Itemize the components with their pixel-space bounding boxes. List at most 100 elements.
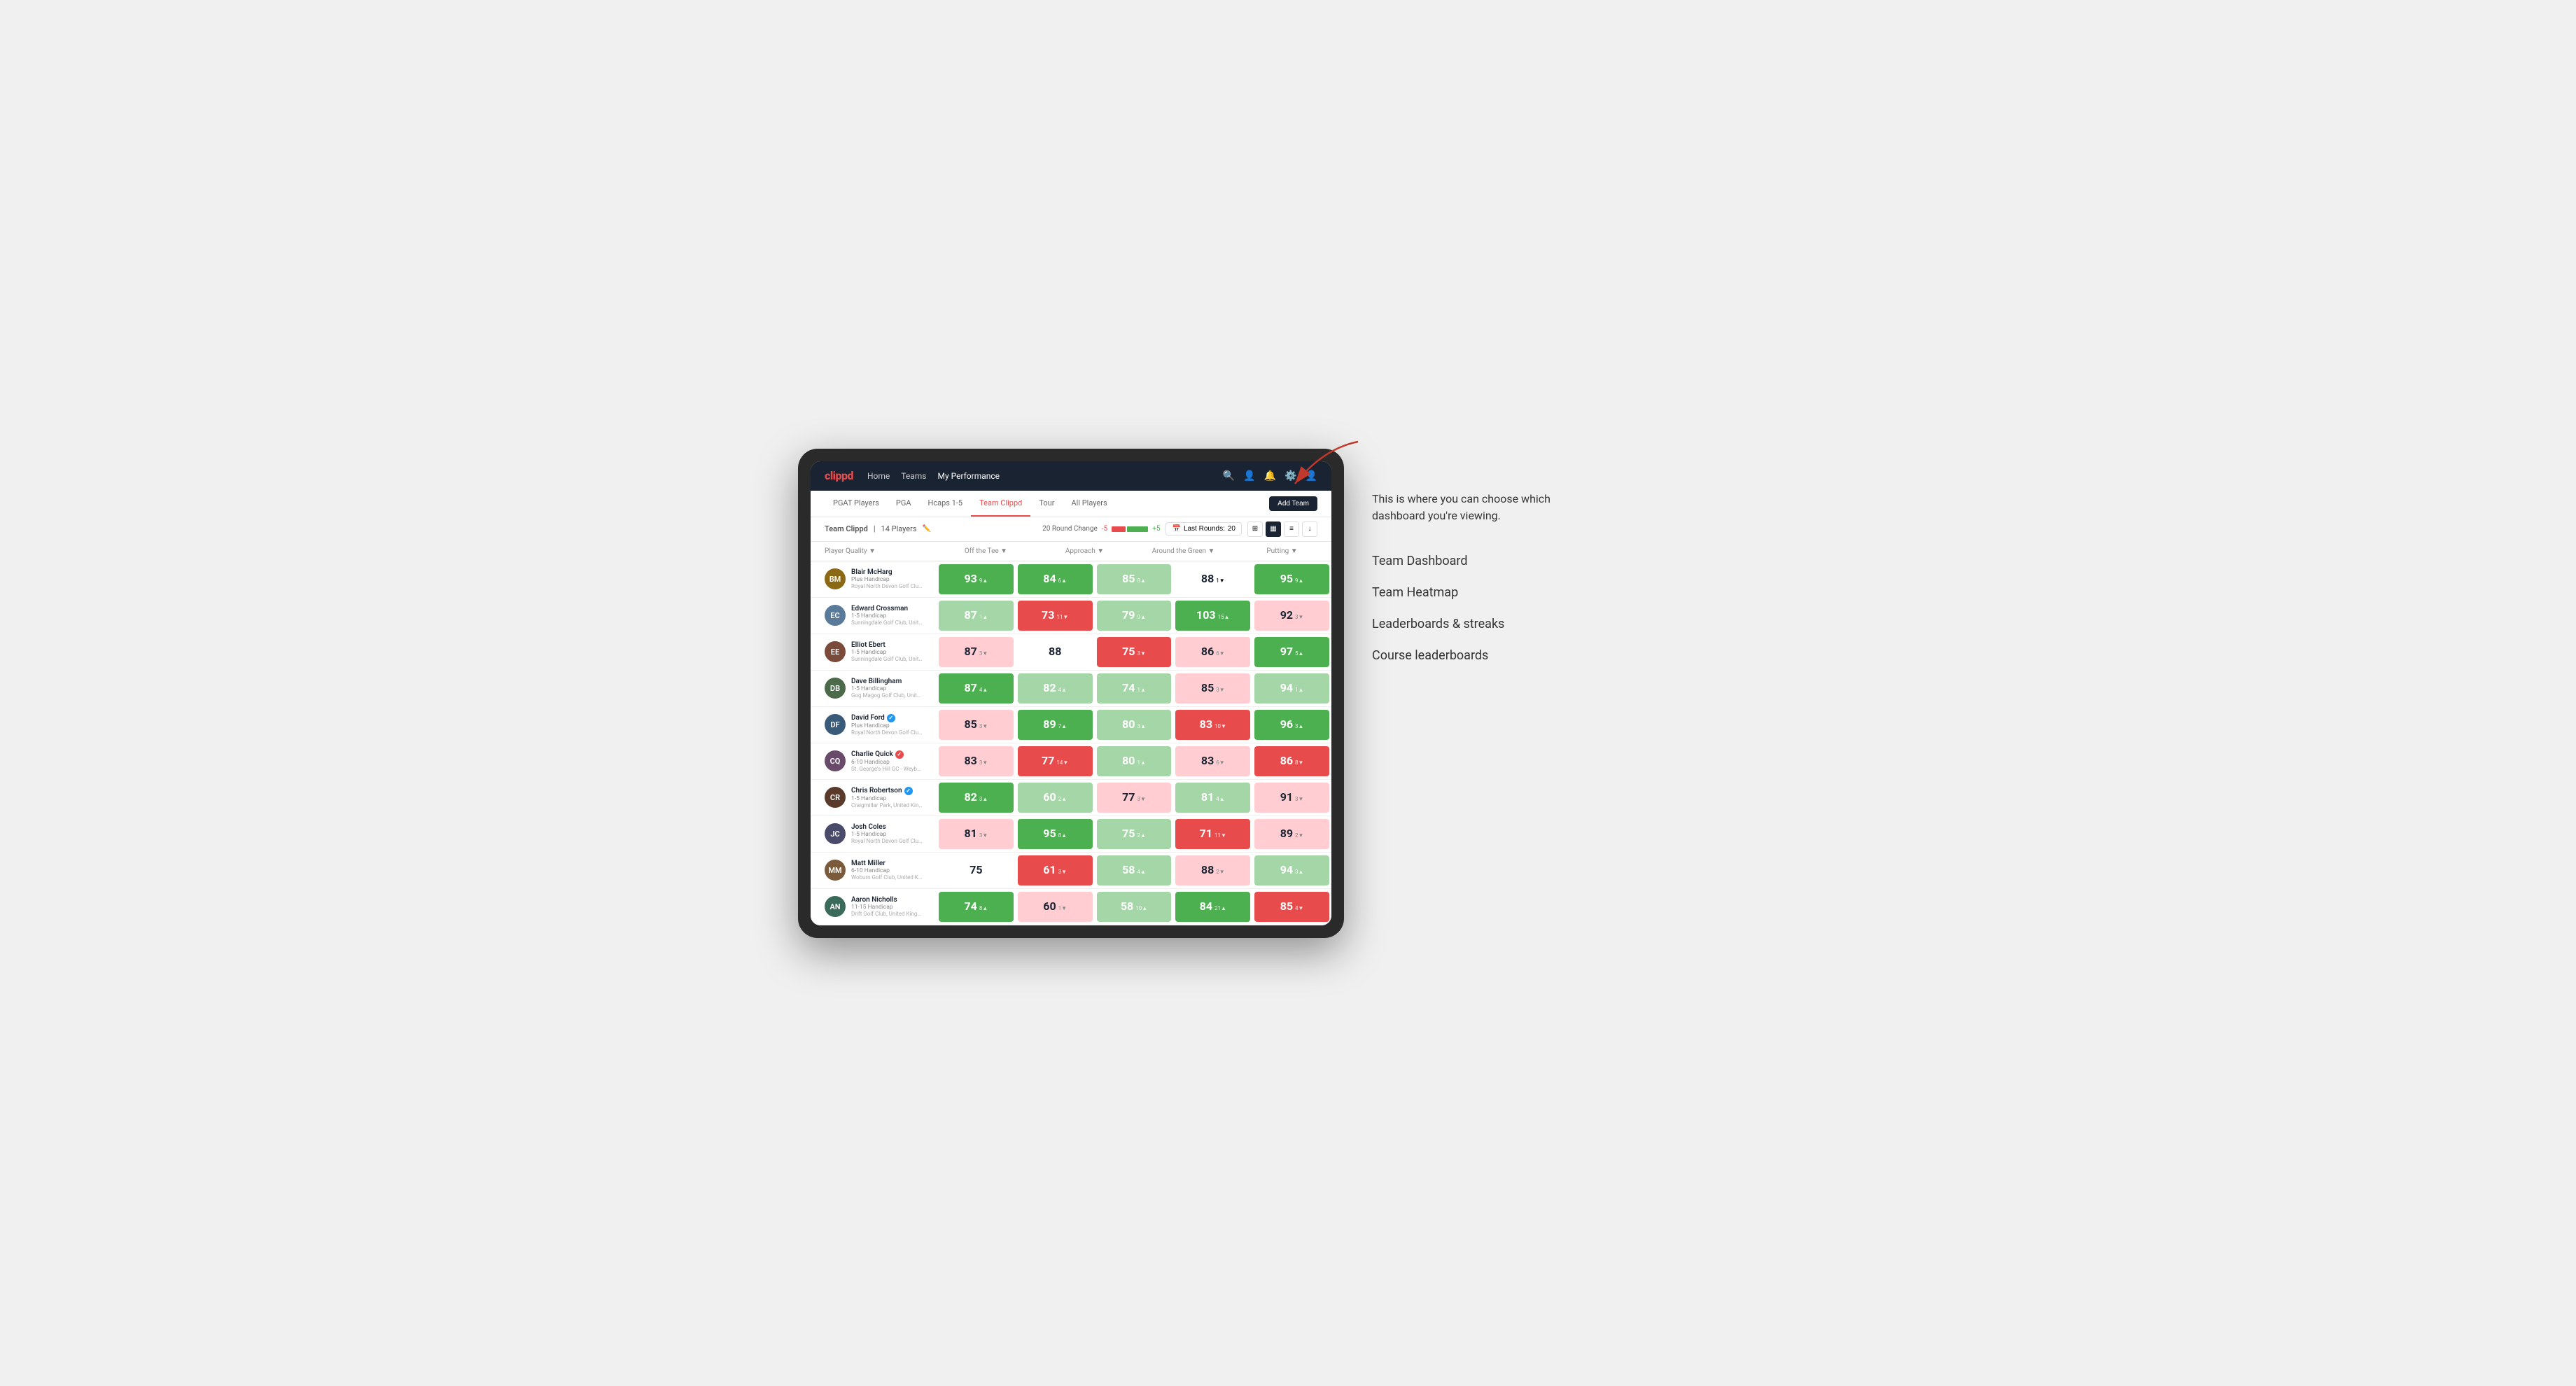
stat-cell-player_quality: 81 3▼ [939,819,1014,849]
heatmap-view-button[interactable]: ▦ [1266,522,1281,537]
nav-link-home[interactable]: Home [867,468,890,484]
table-row[interactable]: EC Edward Crossman 1-5 Handicap Sunningd… [811,598,1331,634]
player-handicap: 11-15 Handicap [851,904,923,911]
stat-cell-player_quality: 93 9▲ [939,564,1014,594]
stat-inner: 71 11▼ [1200,828,1226,839]
player-info: Edward Crossman 1-5 Handicap Sunningdale… [851,605,923,626]
add-team-button[interactable]: Add Team [1269,496,1317,511]
stat-change: 3▼ [1137,796,1145,802]
player-cell: EC Edward Crossman 1-5 Handicap Sunningd… [811,598,937,634]
team-title: Team Clippd [825,524,868,533]
table-row[interactable]: DB Dave Billingham 1-5 Handicap Gog Mago… [811,671,1331,707]
bell-icon[interactable]: 🔔 [1264,470,1276,482]
stat-cell-around_green: 85 3▼ [1175,673,1250,704]
stat-cell-off_tee: 82 4▲ [1018,673,1093,704]
annotation-item-2: Leaderboards & streaks [1372,608,1582,640]
stat-change: 8▼ [1295,760,1303,766]
table-row[interactable]: EE Elliot Ebert 1-5 Handicap Sunningdale… [811,634,1331,671]
player-info: David Ford ✓ Plus Handicap Royal North D… [851,714,923,736]
stat-value: 83 [965,755,977,766]
stat-value: 88 [1201,573,1214,584]
sub-nav-hcaps[interactable]: Hcaps 1-5 [920,491,972,517]
list-view-button[interactable]: ≡ [1284,522,1299,537]
stat-cell-putting: 95 9▲ [1254,564,1329,594]
stat-change: 10▲ [1135,905,1147,911]
separator: | [874,524,876,533]
sub-nav: PGAT Players PGA Hcaps 1-5 Team Clippd T… [811,491,1331,517]
stat-inner: 92 3▼ [1280,610,1304,621]
stat-cell-player_quality: 74 8▲ [939,892,1014,922]
stat-change: 15▲ [1218,614,1230,620]
sub-nav-tour[interactable]: Tour [1030,491,1063,517]
stat-inner: 75 2▲ [1122,828,1146,839]
table-row[interactable]: CR Chris Robertson ✓ 1-5 Handicap Craigm… [811,780,1331,816]
table-row[interactable]: JC Josh Coles 1-5 Handicap Royal North D… [811,816,1331,853]
table-row[interactable]: DF David Ford ✓ Plus Handicap Royal Nort… [811,707,1331,743]
download-button[interactable]: ↓ [1302,522,1317,537]
player-cell: AN Aaron Nicholls 11-15 Handicap Drift G… [811,889,937,925]
annotation-section: This is where you can choose which dashb… [1372,449,1582,671]
player-cell: CR Chris Robertson ✓ 1-5 Handicap Craigm… [811,780,937,816]
stat-cell-putting: 91 3▼ [1254,783,1329,813]
stat-change: 4▲ [979,687,988,693]
stat-value: 81 [1201,792,1214,803]
stat-inner: 83 6▼ [1201,755,1225,766]
player-handicap: Plus Handicap [851,722,923,729]
calendar-icon: 📅 [1172,525,1180,533]
stat-cell-putting: 97 5▲ [1254,637,1329,667]
stat-inner: 77 14▼ [1042,755,1068,766]
stat-inner: 87 4▲ [965,682,988,694]
player-handicap: 1-5 Handicap [851,685,923,692]
sub-nav-team-clippd[interactable]: Team Clippd [971,491,1030,517]
player-name: Dave Billingham [851,678,923,685]
stat-inner: 85 3▼ [965,719,988,730]
stat-inner: 84 6▲ [1043,573,1067,584]
stat-change: 3▼ [1295,796,1303,802]
stat-change: 4▲ [1137,869,1145,875]
search-icon[interactable]: 🔍 [1223,470,1235,482]
stat-change: 3▼ [1216,687,1224,693]
stat-value: 87 [965,610,977,621]
stat-cell-player_quality: 83 3▼ [939,746,1014,776]
stat-change: 8▲ [979,905,988,911]
stat-value: 60 [1043,792,1056,803]
stat-value: 93 [965,573,977,584]
player-cell: DF David Ford ✓ Plus Handicap Royal Nort… [811,707,937,743]
stat-change: 11▼ [1056,614,1068,620]
nav-link-my-performance[interactable]: My Performance [937,468,1000,484]
nav-link-teams[interactable]: Teams [901,468,926,484]
stat-change: 3▼ [979,760,988,766]
player-handicap: 1-5 Handicap [851,612,923,620]
stat-cell-off_tee: 77 14▼ [1018,746,1093,776]
grid-view-button[interactable]: ⊞ [1247,522,1263,537]
table-header-row: Player Quality ▼ Off the Tee ▼ Approach … [811,542,1331,561]
stat-inner: 86 8▼ [1280,755,1304,766]
profile-icon[interactable]: 👤 [1243,470,1255,482]
stat-change: 4▲ [1216,796,1224,802]
player-info: Dave Billingham 1-5 Handicap Gog Magog G… [851,678,923,699]
stat-inner: 91 3▼ [1280,792,1304,803]
table-row[interactable]: MM Matt Miller 6-10 Handicap Woburn Golf… [811,853,1331,889]
table-row[interactable]: BM Blair McHarg Plus Handicap Royal Nort… [811,561,1331,598]
player-avatar: BM [825,568,846,589]
stat-change: 3▼ [1058,869,1067,875]
player-name: Elliot Ebert [851,641,923,649]
last-rounds-value: 20 [1228,525,1236,533]
stat-change: 2▼ [1295,832,1303,839]
sub-nav-pga[interactable]: PGA [888,491,920,517]
stat-inner: 88 2▼ [1201,864,1225,876]
player-handicap: 6-10 Handicap [851,867,923,874]
round-change-label: 20 Round Change [1042,525,1098,533]
player-cell: MM Matt Miller 6-10 Handicap Woburn Golf… [811,853,937,888]
stat-cell-around_green: 71 11▼ [1175,819,1250,849]
stat-inner: 95 9▲ [1280,573,1304,584]
table-row[interactable]: AN Aaron Nicholls 11-15 Handicap Drift G… [811,889,1331,925]
stat-change: 6▼ [1216,650,1224,657]
player-club: Royal North Devon Golf Club, United King… [851,729,923,736]
sub-nav-pgat[interactable]: PGAT Players [825,491,888,517]
stat-inner: 94 3▲ [1280,864,1304,876]
edit-icon[interactable]: ✏️ [923,525,931,533]
last-rounds-button[interactable]: 📅 Last Rounds: 20 [1166,522,1242,536]
sub-nav-all-players[interactable]: All Players [1063,491,1115,517]
table-row[interactable]: CQ Charlie Quick ✓ 6-10 Handicap St. Geo… [811,743,1331,780]
